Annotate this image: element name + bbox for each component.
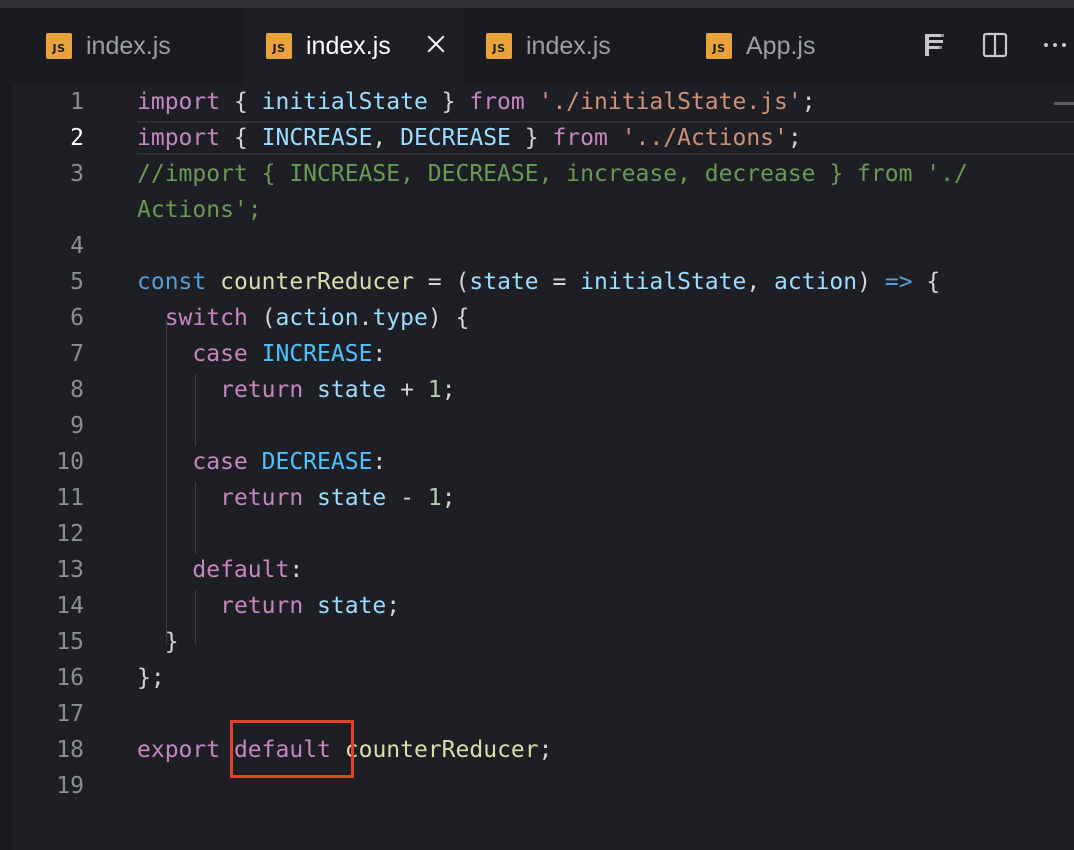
- code-text: return state - 1;: [220, 485, 456, 511]
- prettier-icon[interactable]: [920, 30, 950, 60]
- tab-index-js-3[interactable]: JS index.js: [464, 8, 686, 84]
- javascript-file-icon: JS: [46, 33, 72, 59]
- code-text: const counterReducer = (state = initialS…: [137, 269, 941, 295]
- code-line: 17: [0, 696, 1074, 732]
- annotation-highlight-box: [230, 720, 354, 778]
- code-line: 3 //import { INCREASE, DECREASE, increas…: [0, 156, 1074, 192]
- code-comment: //import { INCREASE, DECREASE, increase,…: [137, 161, 968, 187]
- javascript-file-icon: JS: [266, 33, 292, 59]
- code-line: 15 }: [0, 624, 1074, 660]
- code-comment: Actions';: [137, 197, 262, 223]
- code-text: default:: [192, 557, 304, 583]
- tab-label: index.js: [306, 31, 391, 60]
- line-number: 9: [70, 413, 84, 439]
- javascript-file-icon: JS: [486, 33, 512, 59]
- editor-actions: [906, 8, 1074, 84]
- javascript-file-icon: JS: [706, 33, 732, 59]
- line-number: 17: [56, 701, 84, 727]
- line-number: 10: [56, 449, 84, 475]
- line-number: 8: [70, 377, 84, 403]
- split-editor-icon[interactable]: [980, 30, 1010, 60]
- line-number: 5: [70, 269, 84, 295]
- line-number: 13: [56, 557, 84, 583]
- code-editor-window: JS index.js JS index.js JS index.js JS A…: [0, 0, 1074, 850]
- more-actions-icon[interactable]: [1040, 30, 1070, 60]
- line-number: 12: [56, 521, 84, 547]
- tab-index-js-active[interactable]: JS index.js: [244, 8, 464, 84]
- code-line: 19: [0, 768, 1074, 804]
- line-number: 11: [56, 485, 84, 511]
- code-line-current: 2 import { INCREASE, DECREASE } from '..…: [0, 120, 1074, 156]
- close-icon[interactable]: [426, 34, 446, 54]
- line-number: 18: [56, 737, 84, 763]
- editor-tab-bar: JS index.js JS index.js JS index.js JS A…: [0, 0, 1074, 84]
- code-text: return state + 1;: [220, 377, 456, 403]
- code-text: };: [137, 665, 165, 691]
- code-line: 7 case INCREASE:: [0, 336, 1074, 372]
- line-number: 2: [70, 125, 84, 151]
- code-line: 4: [0, 228, 1074, 264]
- code-line: 14 return state;: [0, 588, 1074, 624]
- line-number: 19: [56, 773, 84, 799]
- code-line: 11 return state - 1;: [0, 480, 1074, 516]
- line-number: 6: [70, 305, 84, 331]
- code-line: 18 export default counterReducer;: [0, 732, 1074, 768]
- code-text: import { INCREASE, DECREASE } from '../A…: [137, 125, 802, 151]
- code-line: 1 import { initialState } from './initia…: [0, 84, 1074, 120]
- line-number: 7: [70, 341, 84, 367]
- tab-label: index.js: [86, 31, 171, 60]
- code-editor[interactable]: 1 import { initialState } from './initia…: [0, 84, 1074, 850]
- code-line: 10 case DECREASE:: [0, 444, 1074, 480]
- code-line: 9: [0, 408, 1074, 444]
- tab-app-js[interactable]: JS App.js: [686, 8, 906, 84]
- tab-label: index.js: [526, 31, 611, 60]
- line-number: 14: [56, 593, 84, 619]
- code-line: 8 return state + 1;: [0, 372, 1074, 408]
- line-number: 15: [56, 629, 84, 655]
- line-number: 1: [70, 89, 84, 115]
- line-number: 16: [56, 665, 84, 691]
- code-text: return state;: [220, 593, 401, 619]
- code-line: 6 switch (action.type) {: [0, 300, 1074, 336]
- line-number: 4: [70, 233, 84, 259]
- line-number: 3: [70, 161, 84, 187]
- code-line: 5 const counterReducer = (state = initia…: [0, 264, 1074, 300]
- code-line: 16 };: [0, 660, 1074, 696]
- title-strip: [0, 0, 1074, 8]
- tab-label: App.js: [746, 31, 816, 60]
- code-text: case INCREASE:: [192, 341, 387, 367]
- code-text: }: [137, 629, 179, 655]
- code-line: 12: [0, 516, 1074, 552]
- code-text: switch (action.type) {: [164, 305, 470, 331]
- code-line-wrapped: Actions';: [0, 192, 1074, 228]
- tab-index-js-1[interactable]: JS index.js: [0, 8, 244, 84]
- code-line: 13 default:: [0, 552, 1074, 588]
- code-text: import { initialState } from './initialS…: [137, 89, 816, 115]
- code-text: case DECREASE:: [192, 449, 387, 475]
